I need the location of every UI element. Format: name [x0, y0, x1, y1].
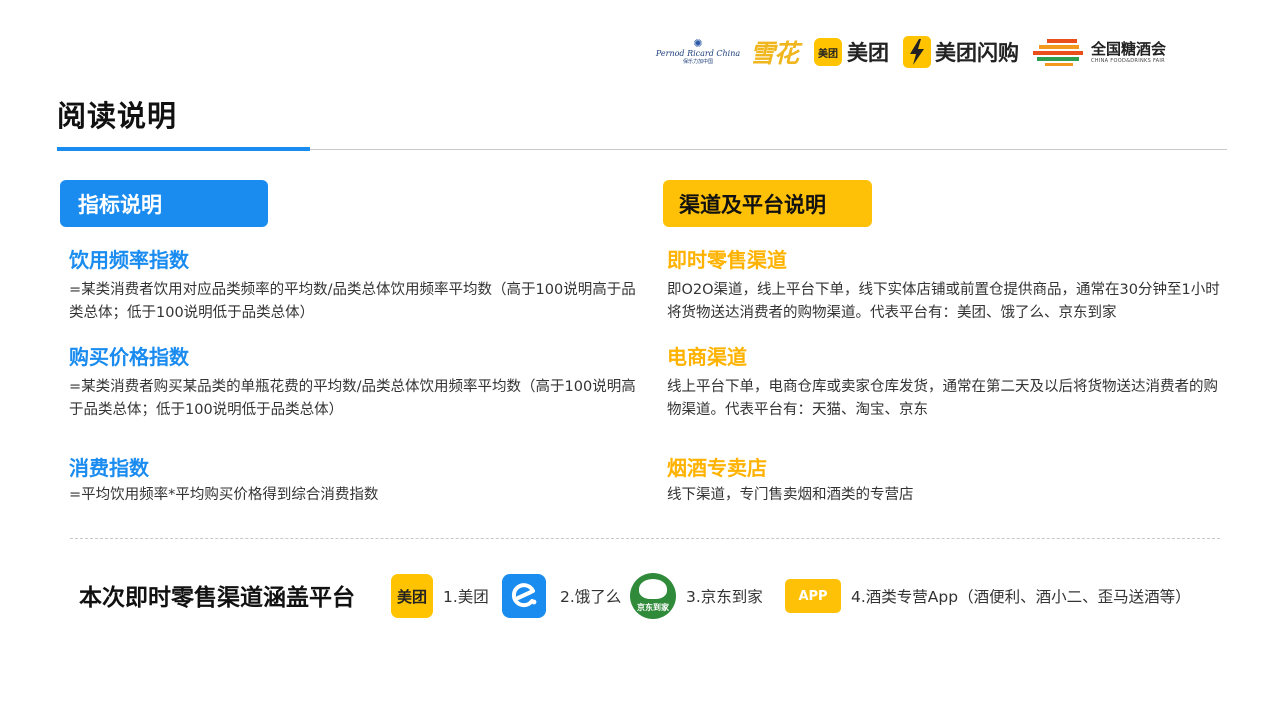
pernod-name-cn: 保乐力加中国: [682, 59, 713, 65]
item-title: 消费指数: [69, 456, 149, 480]
fair-name-en: CHINA FOOD&DRINKS FAIR: [1091, 57, 1165, 64]
item-title: 即时零售渠道: [667, 248, 787, 272]
jddj-icon: 京东到家: [630, 573, 676, 619]
item-description: 即O2O渠道，线上平台下单，线下实体店铺或前置仓提供商品，通常在30分钟至1小时…: [667, 282, 1220, 321]
item-description: =某类消费者购买某品类的单瓶花费的平均数/品类总体饮用频率平均数（高于100说明…: [69, 379, 636, 418]
meituan-badge-icon: 美团: [814, 38, 843, 66]
item-description: 线上平台下单，电商仓库或卖家仓库发货，通常在第二天及以后将货物送达消费者的购物渠…: [667, 379, 1218, 418]
fair-name-cn: 全国糖酒会: [1091, 39, 1167, 58]
item-description: 线下渠道，专门售卖烟和酒类的专营店: [667, 487, 914, 503]
meituan-logo-text: 美团: [847, 41, 890, 65]
item-title: 烟酒专卖店: [667, 456, 767, 480]
section-divider: [70, 538, 1220, 539]
platform-meituan: 美团 1.美团: [391, 573, 489, 619]
platform-liquor-apps: APP 4.酒类专营App（酒便利、酒小二、歪马送酒等）: [785, 573, 1191, 619]
fair-stripes-icon: [1033, 39, 1084, 66]
eleme-icon: [502, 574, 546, 618]
pernod-name-en: Pernod Ricard China: [655, 49, 741, 58]
meituan-logo: 美团 美团: [814, 37, 889, 67]
platform-label: 2.饿了么: [560, 588, 622, 606]
platform-jd-daojia: 京东到家 3.京东到家: [630, 573, 763, 619]
channel-item-instant-retail: 即时零售渠道 即O2O渠道，线上平台下单，线下实体店铺或前置仓提供商品，通常在3…: [667, 247, 1227, 325]
platform-eleme: 2.饿了么: [502, 573, 621, 619]
item-description: =平均饮用频率*平均购买价格得到综合消费指数: [69, 487, 379, 503]
page-title: 阅读说明: [57, 99, 178, 133]
channel-section-tab: 渠道及平台说明: [663, 180, 872, 227]
food-drinks-fair-logo: 全国糖酒会 CHINA FOOD&DRINKS FAIR: [1033, 37, 1166, 67]
indicator-item-price: 购买价格指数 =某类消费者购买某品类的单瓶花费的平均数/品类总体饮用频率平均数（…: [69, 344, 637, 422]
platform-label: 1.美团: [443, 588, 489, 606]
platform-label: 3.京东到家: [686, 588, 763, 606]
snow-beer-logo: 雪花: [750, 39, 799, 68]
lightning-icon: [903, 36, 932, 68]
indicator-item-frequency: 饮用频率指数 =某类消费者饮用对应品类频率的平均数/品类总体饮用频率平均数（高于…: [69, 247, 637, 325]
channel-item-ecommerce: 电商渠道 线上平台下单，电商仓库或卖家仓库发货，通常在第二天及以后将货物送达消费…: [667, 344, 1227, 422]
item-title: 购买价格指数: [69, 345, 189, 369]
item-title: 电商渠道: [667, 345, 747, 369]
app-icon: APP: [785, 579, 841, 613]
indicator-section-tab: 指标说明: [60, 180, 268, 227]
partner-logos: ✺ Pernod Ricard China 保乐力加中国 雪花 美团 美团 美团…: [656, 34, 1166, 70]
item-description: =某类消费者饮用对应品类频率的平均数/品类总体饮用频率平均数（高于100说明高于…: [69, 282, 636, 321]
meituan-flash-logo: 美团闪购: [903, 36, 1019, 68]
platform-label: 4.酒类专营App（酒便利、酒小二、歪马送酒等）: [851, 588, 1191, 606]
meituan-icon: 美团: [391, 574, 433, 618]
title-accent-bar: [57, 147, 310, 151]
meituan-flash-text: 美团闪购: [935, 41, 1020, 65]
pernod-star-icon: ✺: [693, 37, 703, 50]
platforms-heading: 本次即时零售渠道涵盖平台: [79, 585, 355, 611]
pernod-ricard-logo: ✺ Pernod Ricard China 保乐力加中国: [656, 34, 740, 70]
indicator-item-consumption: 消费指数 =平均饮用频率*平均购买价格得到综合消费指数: [69, 455, 637, 507]
item-title: 饮用频率指数: [69, 248, 189, 272]
channel-item-liquor-store: 烟酒专卖店 线下渠道，专门售卖烟和酒类的专营店: [667, 455, 1227, 507]
